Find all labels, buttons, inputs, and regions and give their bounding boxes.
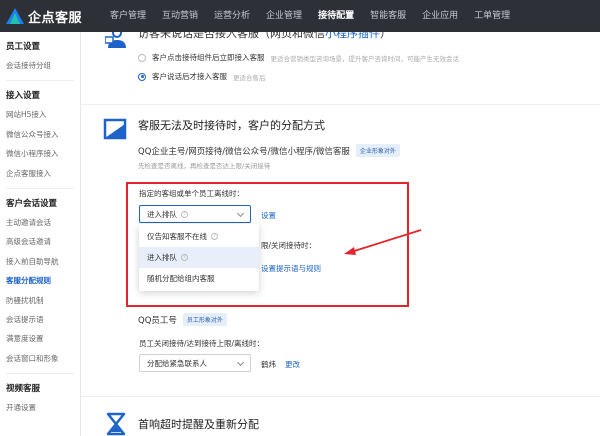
sidebar-group-title: 员工设置 — [6, 42, 41, 52]
sidebar-group-title: 接入设置 — [6, 91, 41, 102]
sidebar: 员工设置会话接待分组接入设置网站H5接入 微信公众号接入 微信小程序接入 企点客服接入… — [0, 32, 81, 436]
chat-person-icon — [104, 32, 129, 52]
sidebar-item[interactable]: 满意度设置 — [0, 329, 80, 348]
app-name: 企点客服 — [28, 10, 83, 26]
sidebar-divider — [6, 187, 74, 189]
app-logo[interactable]: 企点客服 — [0, 7, 102, 26]
radio-button[interactable] — [138, 53, 146, 62]
section-divider — [81, 396, 600, 397]
sidebar-item[interactable]: 主动邀请会话 — [0, 213, 80, 232]
sidebar-item[interactable]: 客服分配规则 — [0, 271, 80, 290]
emergency-contact-name: 鹤炜 — [261, 360, 276, 369]
employee-image-tag: 员工形象对外 — [182, 313, 227, 326]
radio-button-checked[interactable] — [138, 72, 146, 81]
sidebar-item[interactable]: 会话窗口和形象 — [0, 349, 80, 368]
annotation-arrow — [341, 227, 423, 259]
section-title-visitor-access: 访客未说话是否接入客服（网页和微信小程序插件） — [138, 32, 391, 40]
sidebar-group-title: 客户会话设置 — [6, 198, 58, 209]
qq-enterprise-block-title: QQ企业主号/网页接待/微信公众号/微信小程序/微信客服 企业形象对外 — [138, 144, 400, 157]
top-nav-item[interactable]: 客户管理 — [102, 0, 154, 32]
main-content: 访客未说话是否接入客服（网页和微信小程序插件） 客户点击接待组件后立即接入客服 … — [81, 32, 600, 436]
employee-strategy-select[interactable]: 分配给紧急联系人 — [139, 354, 251, 372]
top-nav-item[interactable]: 企业管理 — [258, 0, 310, 32]
sidebar-item[interactable]: 会话提示语 — [0, 310, 80, 329]
enterprise-image-tag: 企业形象对外 — [355, 144, 400, 157]
top-nav-item[interactable]: 工单管理 — [466, 0, 518, 32]
sidebar-divider — [6, 373, 74, 375]
chevron-down-icon — [236, 358, 245, 367]
sidebar-group-title: 视频客服 — [6, 384, 41, 395]
sidebar-item[interactable]: 微信小程序接入 — [0, 144, 80, 163]
qq-enterprise-block-desc: 先检查是否离线，再检查是否达上限/关闭接待 — [138, 162, 271, 170]
radio-option-after-speak[interactable]: 客户说话后才接入客服 更适合售后 — [138, 71, 266, 82]
top-nav-item[interactable]: 智能客服 — [362, 0, 414, 32]
sidebar-item[interactable]: 开通设置 — [0, 398, 80, 417]
sidebar-item[interactable]: 网站H5接入 — [0, 105, 80, 124]
top-nav-item[interactable]: 接待配置 — [310, 0, 362, 32]
top-nav-item[interactable]: 企业应用 — [414, 0, 466, 32]
sidebar-divider — [6, 80, 74, 82]
logo-icon — [6, 8, 24, 24]
top-nav: 客户管理 互动营销 运营分析 企业管理 接待配置 智能客服 企业应用 工单管理 — [102, 0, 518, 32]
radio-option-immediate[interactable]: 客户点击接待组件后立即接入客服 更适合营销类型咨询场景，提升客户咨询时间，可能产… — [138, 52, 459, 63]
sidebar-item[interactable]: 接入前自助导航 — [0, 252, 80, 271]
qq-employee-title: QQ员工号 员工形象对外 — [138, 313, 227, 326]
hourglass-icon — [106, 412, 126, 436]
sidebar-item[interactable]: 企点客服接入 — [0, 164, 80, 183]
sidebar-item[interactable]: 防骚扰机制 — [0, 291, 80, 310]
section-title-offline-allocation: 客服无法及时接待时，客户的分配方式 — [138, 119, 325, 132]
employee-field-label: 员工关闭接待/达到接待上限/离线时： — [139, 339, 265, 348]
section-divider — [81, 104, 600, 105]
top-nav-item[interactable]: 互动营销 — [154, 0, 206, 32]
section-title-timeout: 首响超时提醒及重新分配 — [138, 418, 259, 431]
top-nav-item[interactable]: 运营分析 — [206, 0, 258, 32]
sidebar-item[interactable]: 高级会话邀请 — [0, 232, 80, 251]
change-contact-link[interactable]: 更改 — [285, 359, 300, 370]
allocation-icon — [103, 118, 127, 142]
sidebar-item[interactable]: 会话接待分组 — [0, 56, 80, 75]
top-navigation-bar: 企点客服 客户管理 互动营销 运营分析 企业管理 接待配置 智能客服 企业应用 工单管理 — [0, 0, 600, 32]
sidebar-item[interactable]: 微信公众号接入 — [0, 125, 80, 144]
